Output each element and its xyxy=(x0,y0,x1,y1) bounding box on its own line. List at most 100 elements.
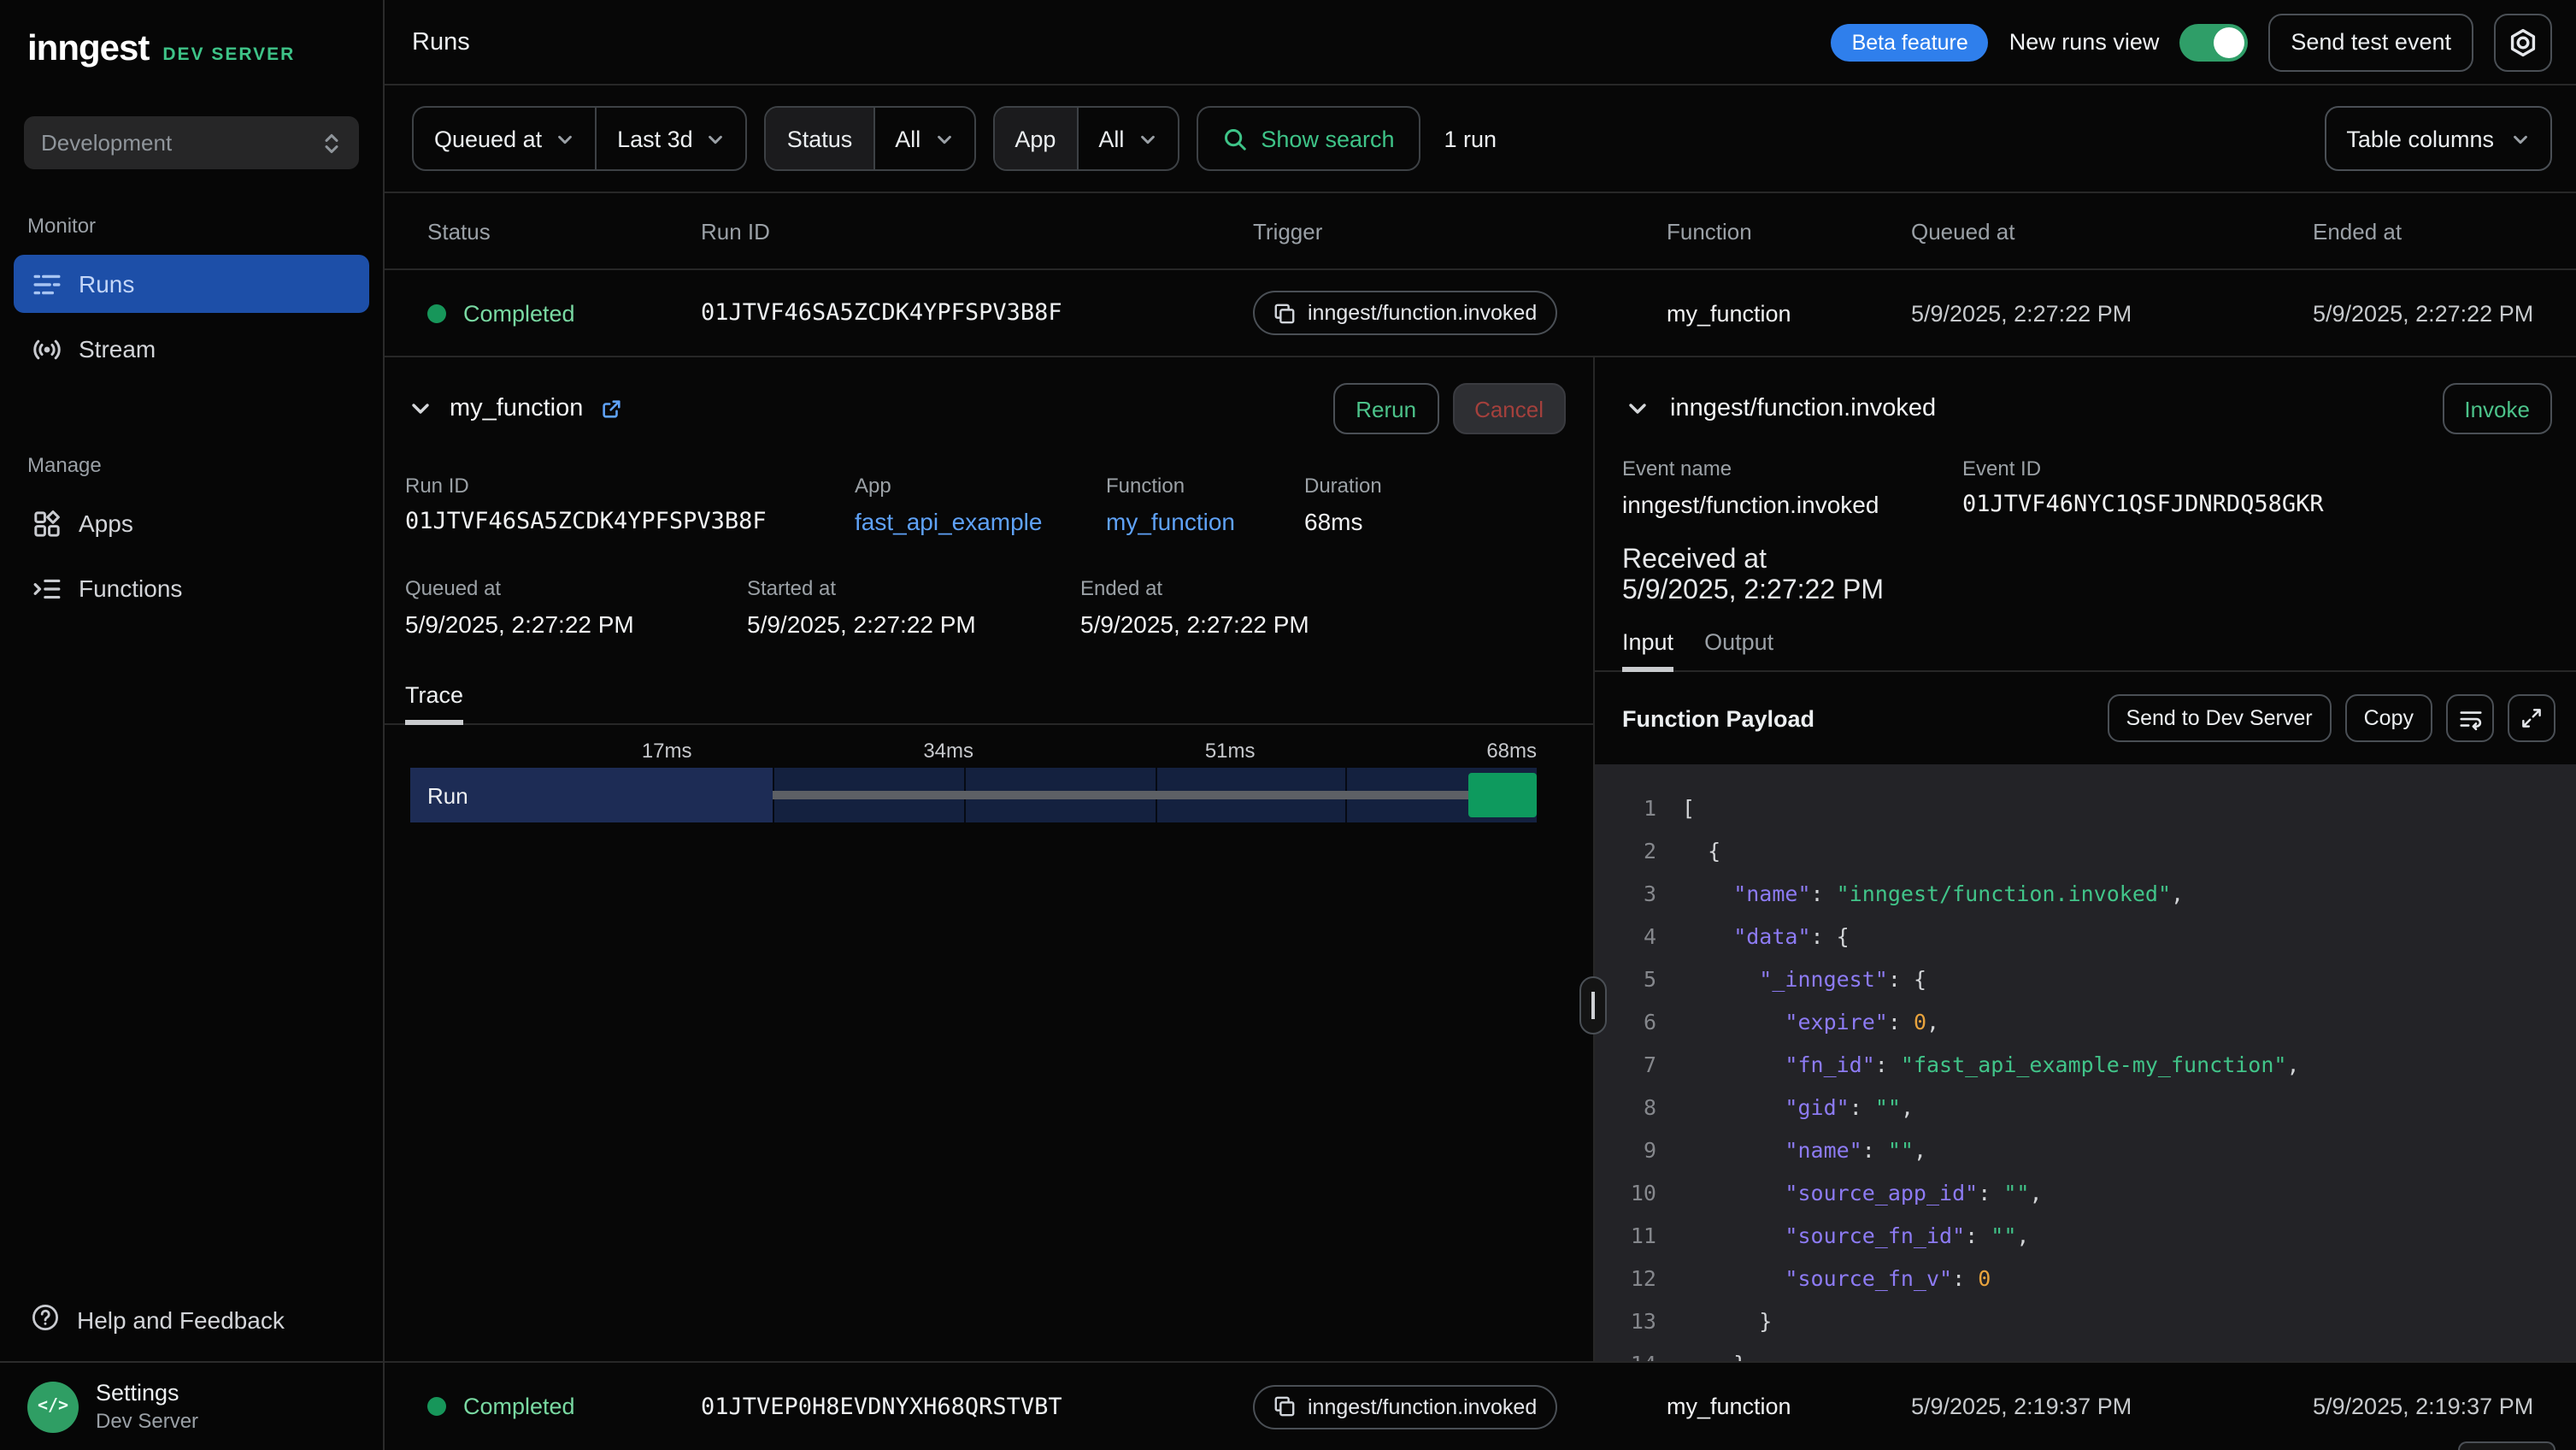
collapse-event-chevron[interactable] xyxy=(1622,393,1653,424)
payload-title: Function Payload xyxy=(1622,705,1814,731)
trace-tabbar: Trace xyxy=(385,682,1593,725)
send-to-dev-server-button[interactable]: Send to Dev Server xyxy=(2107,694,2331,742)
chevron-up-down-icon xyxy=(321,131,342,155)
run-id-value: 01JTVEP0H8EVDNYXH68QRSTVBT xyxy=(701,1393,1253,1420)
tick-51ms: 51ms xyxy=(1205,739,1256,763)
sidebar: inngest DEV SERVER Development Monitor R… xyxy=(0,0,385,1450)
cancel-button[interactable]: Cancel xyxy=(1452,383,1566,434)
code-line: 8 "gid": "", xyxy=(1595,1086,2576,1129)
trigger-event-name: inngest/function.invoked xyxy=(1308,1394,1537,1418)
queued-at-filter-label: Queued at xyxy=(434,126,542,151)
app-filter-value-seg[interactable]: All xyxy=(1076,108,1177,169)
status-label: Completed xyxy=(463,1394,575,1419)
payload-code-lines: 1[2 {3 "name": "inngest/function.invoked… xyxy=(1595,787,2576,1361)
started-at-value: 5/9/2025, 2:27:22 PM xyxy=(747,610,1080,638)
rerun-button[interactable]: Rerun xyxy=(1333,383,1438,434)
main-area: Runs Beta feature New runs view Send tes… xyxy=(385,0,2576,1450)
send-test-event-button[interactable]: Send test event xyxy=(2268,13,2473,71)
table-row[interactable]: Completed 01JTVEP0H8EVDNYXH68QRSTVBT inn… xyxy=(385,1363,2576,1450)
settings-row[interactable]: </> Settings Dev Server xyxy=(0,1361,383,1450)
table-row-container: Completed 01JTVEP0H8EVDNYXH68QRSTVBT inn… xyxy=(385,1361,2576,1450)
help-label: Help and Feedback xyxy=(77,1306,285,1334)
copy-event-icon xyxy=(1273,302,1296,324)
app-link[interactable]: fast_api_example xyxy=(855,508,1106,535)
app-window: inngest DEV SERVER Development Monitor R… xyxy=(0,0,2576,1450)
trace-timeline-row[interactable]: Run xyxy=(410,768,1537,822)
sidebar-item-apps[interactable]: Apps xyxy=(14,494,369,552)
queued-at-filter[interactable]: Queued at xyxy=(414,108,595,169)
app-filter-value: All xyxy=(1098,126,1124,151)
received-at-label: Received at xyxy=(1622,545,2549,576)
app-filter-group: App All xyxy=(992,106,1179,171)
code-line: 2 { xyxy=(1595,829,2576,872)
event-name-label: Event name xyxy=(1622,457,1962,480)
word-wrap-button[interactable] xyxy=(2446,694,2494,742)
code-line: 10 "source_app_id": "", xyxy=(1595,1171,2576,1214)
code-line: 1[ xyxy=(1595,787,2576,829)
status-filter-value-seg[interactable]: All xyxy=(873,108,973,169)
dev-server-badge: DEV SERVER xyxy=(162,44,295,65)
tab-trace[interactable]: Trace xyxy=(405,682,463,723)
app-label: App xyxy=(855,474,1106,498)
help-and-feedback[interactable]: Help and Feedback xyxy=(14,1289,369,1351)
code-line: 11 "source_fn_id": "", xyxy=(1595,1214,2576,1257)
time-range-filter[interactable]: Last 3d xyxy=(595,108,746,169)
code-line: 3 "name": "inngest/function.invoked", xyxy=(1595,872,2576,915)
status-filter-label-seg: Status xyxy=(767,108,873,169)
tick-34ms: 34ms xyxy=(923,739,973,763)
settings-gear-button[interactable] xyxy=(2494,13,2552,71)
status-filter-group: Status All xyxy=(765,106,976,171)
code-line: 5 "_inngest": { xyxy=(1595,958,2576,1000)
status-filter-label: Status xyxy=(787,126,853,151)
run-id-value: 01JTVF46SA5ZCDK4YPFSPV3B8F xyxy=(701,299,1253,327)
table-columns-button[interactable]: Table columns xyxy=(2324,106,2552,171)
trace-exec-segment xyxy=(1468,773,1537,817)
copy-button[interactable]: Copy xyxy=(2345,694,2432,742)
code-line: 6 "expire": 0, xyxy=(1595,1000,2576,1043)
column-header-queued-at: Queued at xyxy=(1911,218,2313,244)
sidebar-item-stream[interactable]: Stream xyxy=(14,320,369,378)
beta-feature-badge: Beta feature xyxy=(1832,23,1989,61)
panel-resize-handle[interactable] xyxy=(1579,976,1607,1034)
status-filter-value: All xyxy=(895,126,920,151)
payload-tabbar: Input Output xyxy=(1595,629,2576,672)
function-link[interactable]: my_function xyxy=(1106,508,1304,535)
column-header-ended-at: Ended at xyxy=(2313,218,2576,244)
sidebar-item-label: Runs xyxy=(79,270,134,298)
function-name-cell: my_function xyxy=(1667,300,1911,326)
trace-queue-segment xyxy=(773,791,1467,799)
sidebar-item-label: Apps xyxy=(79,510,133,537)
tab-output[interactable]: Output xyxy=(1704,629,1773,670)
expand-payload-button[interactable] xyxy=(2508,694,2555,742)
tick-68ms: 68ms xyxy=(1486,739,1537,763)
environment-select[interactable]: Development xyxy=(24,116,359,169)
run-count: 1 run xyxy=(1444,126,1497,151)
trigger-event-pill[interactable]: inngest/function.invoked xyxy=(1253,291,1557,335)
settings-subtitle: Dev Server xyxy=(96,1409,198,1433)
sidebar-item-functions[interactable]: Functions xyxy=(14,559,369,617)
stream-icon xyxy=(31,334,62,363)
duration-label: Duration xyxy=(1304,474,1382,498)
tab-input[interactable]: Input xyxy=(1622,629,1673,670)
column-header-trigger: Trigger xyxy=(1253,218,1667,244)
apps-icon xyxy=(31,509,62,538)
time-range-value: Last 3d xyxy=(617,126,693,151)
new-runs-view-toggle[interactable] xyxy=(2179,23,2248,61)
topbar: Runs Beta feature New runs view Send tes… xyxy=(385,0,2576,85)
partial-element xyxy=(2458,1441,2555,1450)
table-row[interactable]: Completed 01JTVF46SA5ZCDK4YPFSPV3B8F inn… xyxy=(385,270,2576,356)
invoke-button[interactable]: Invoke xyxy=(2442,383,2552,434)
external-link-icon[interactable] xyxy=(600,398,622,420)
code-line: 9 "name": "", xyxy=(1595,1129,2576,1171)
show-search-button[interactable]: Show search xyxy=(1196,106,1420,171)
runs-icon xyxy=(31,269,62,298)
sidebar-item-label: Functions xyxy=(79,575,182,602)
trace-run-label: Run xyxy=(410,768,773,822)
event-details-panel: inngest/function.invoked Invoke Event na… xyxy=(1593,357,2576,1361)
expand-icon xyxy=(2520,706,2544,730)
trigger-event-pill[interactable]: inngest/function.invoked xyxy=(1253,1384,1557,1429)
collapse-run-chevron[interactable] xyxy=(405,393,436,424)
table-header: Status Run ID Trigger Function Queued at… xyxy=(385,193,2576,270)
sidebar-item-runs[interactable]: Runs xyxy=(14,255,369,313)
time-filter-group: Queued at Last 3d xyxy=(412,106,748,171)
